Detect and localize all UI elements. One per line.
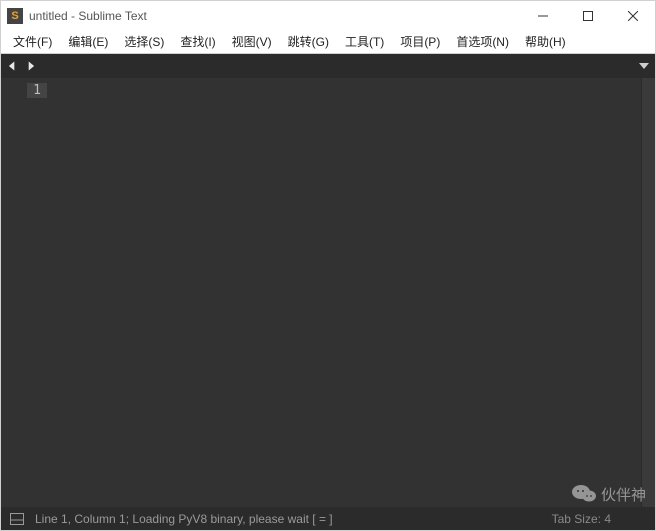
- menu-help[interactable]: 帮助(H): [517, 30, 574, 53]
- line-gutter: 1: [1, 78, 51, 507]
- tab-next-icon[interactable]: [23, 59, 37, 73]
- tab-bar: [0, 54, 656, 78]
- status-text: Line 1, Column 1; Loading PyV8 binary, p…: [35, 512, 552, 526]
- editor-area: 1: [0, 78, 656, 507]
- close-button[interactable]: [610, 1, 655, 30]
- menu-file[interactable]: 文件(F): [5, 30, 60, 53]
- title-bar: S untitled - Sublime Text: [0, 0, 656, 30]
- menu-view[interactable]: 视图(V): [224, 30, 280, 53]
- menu-bar: 文件(F) 编辑(E) 选择(S) 查找(I) 视图(V) 跳转(G) 工具(T…: [0, 30, 656, 54]
- minimize-button[interactable]: [520, 1, 565, 30]
- tab-dropdown-icon[interactable]: [639, 54, 649, 78]
- tab-prev-icon[interactable]: [5, 59, 19, 73]
- panel-toggle-icon[interactable]: [9, 512, 25, 526]
- scrollbar[interactable]: [641, 78, 655, 507]
- window-title: untitled - Sublime Text: [29, 9, 147, 23]
- status-tab-size[interactable]: Tab Size: 4: [552, 512, 611, 526]
- menu-tools[interactable]: 工具(T): [337, 30, 392, 53]
- line-number: 1: [27, 83, 47, 98]
- text-area[interactable]: [51, 78, 641, 507]
- maximize-button[interactable]: [565, 1, 610, 30]
- menu-prefs[interactable]: 首选项(N): [448, 30, 517, 53]
- status-bar: Line 1, Column 1; Loading PyV8 binary, p…: [0, 507, 656, 531]
- window-controls: [520, 1, 655, 30]
- menu-goto[interactable]: 跳转(G): [280, 30, 337, 53]
- menu-find[interactable]: 查找(I): [172, 30, 223, 53]
- menu-edit[interactable]: 编辑(E): [60, 30, 116, 53]
- menu-project[interactable]: 项目(P): [392, 30, 448, 53]
- menu-select[interactable]: 选择(S): [116, 30, 172, 53]
- app-icon: S: [7, 8, 23, 24]
